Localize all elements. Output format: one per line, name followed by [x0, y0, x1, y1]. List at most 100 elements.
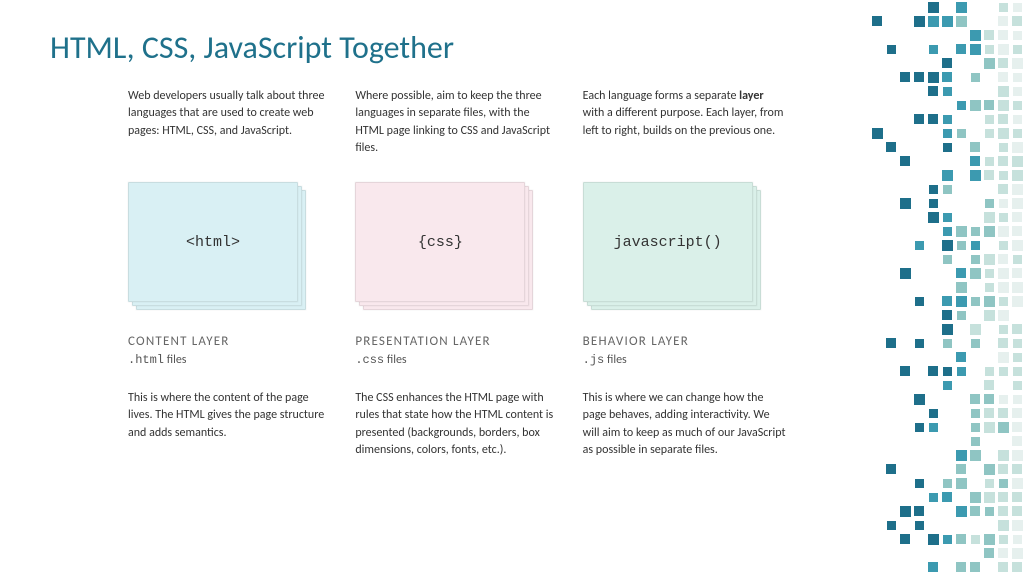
- deco-square: [998, 114, 1008, 124]
- deco-square: [943, 213, 952, 222]
- deco-square: [971, 437, 980, 446]
- deco-square: [928, 366, 938, 376]
- deco-square: [970, 562, 980, 572]
- desc-js: This is where we can change how the page…: [583, 390, 788, 460]
- deco-square: [957, 311, 966, 320]
- deco-square: [998, 520, 1009, 531]
- deco-square: [970, 268, 981, 279]
- deco-square: [999, 297, 1008, 306]
- deco-square: [999, 367, 1008, 376]
- deco-square: [999, 3, 1008, 12]
- deco-square: [886, 338, 896, 348]
- deco-square: [971, 297, 980, 306]
- deco-square: [1013, 367, 1022, 376]
- deco-square: [915, 297, 924, 306]
- intro3-c: with a different purpose. Each layer, fr…: [583, 106, 784, 137]
- deco-square: [943, 87, 952, 96]
- deco-square: [1012, 324, 1022, 334]
- deco-square: [998, 408, 1008, 418]
- deco-square: [956, 282, 967, 293]
- deco-square: [943, 381, 952, 390]
- deco-square: [1013, 87, 1022, 96]
- deco-square: [956, 296, 967, 307]
- deco-square: [1013, 73, 1022, 82]
- intro-row: Web developers usually talk about three …: [128, 88, 788, 158]
- deco-square: [1012, 184, 1023, 195]
- layer-col-js: BEHAVIOR LAYER .js files: [583, 334, 788, 367]
- deco-square: [971, 241, 980, 250]
- deco-square: [943, 339, 952, 348]
- deco-square: [985, 479, 994, 488]
- deco-square: [984, 58, 995, 69]
- deco-square: [1012, 142, 1023, 153]
- deco-square: [942, 310, 952, 320]
- deco-square: [1013, 395, 1022, 404]
- deco-square: [984, 170, 994, 180]
- deco-square: [928, 86, 938, 96]
- deco-square: [1012, 282, 1023, 293]
- deco-square: [998, 254, 1008, 264]
- deco-square: [1012, 562, 1022, 572]
- card-label-js: javascript(): [614, 234, 722, 251]
- deco-square: [900, 156, 910, 166]
- intro-col-2: Where possible, aim to keep the three la…: [355, 88, 560, 158]
- deco-square: [943, 115, 952, 124]
- deco-square: [970, 44, 981, 55]
- deco-square: [998, 226, 1009, 237]
- deco-square: [998, 464, 1008, 474]
- deco-square: [915, 339, 924, 348]
- deco-square: [998, 352, 1009, 363]
- deco-square: [970, 324, 981, 335]
- deco-square: [887, 45, 896, 54]
- deco-square: [1013, 255, 1022, 264]
- deco-square: [998, 268, 1009, 279]
- deco-square: [985, 45, 994, 54]
- deco-square: [1012, 268, 1022, 278]
- deco-square: [999, 241, 1008, 250]
- deco-square: [915, 423, 924, 432]
- card-js: javascript(): [583, 182, 788, 310]
- layer-row: CONTENT LAYER .html files PRESENTATION L…: [128, 334, 788, 367]
- card-label-html: <html>: [186, 234, 240, 251]
- deco-square: [1013, 101, 1022, 110]
- deco-square: [900, 198, 911, 209]
- deco-square: [970, 170, 981, 181]
- deco-square: [984, 380, 994, 390]
- deco-square: [970, 142, 980, 152]
- deco-square: [998, 338, 1008, 348]
- deco-square: [1013, 45, 1022, 54]
- deco-square: [914, 394, 925, 405]
- deco-square: [998, 156, 1008, 166]
- deco-square: [999, 199, 1008, 208]
- deco-square: [984, 422, 995, 433]
- deco-square: [1012, 198, 1023, 209]
- file-ext: .js: [583, 353, 605, 367]
- deco-square: [998, 422, 1009, 433]
- deco-square: [956, 534, 966, 544]
- deco-square: [886, 464, 896, 474]
- deco-square: [942, 324, 953, 335]
- deco-square: [929, 45, 938, 54]
- deco-square: [998, 562, 1008, 572]
- file-ext: .html: [128, 353, 164, 367]
- card-row: <html> {css} javascript(): [128, 182, 788, 310]
- deco-square: [999, 395, 1008, 404]
- deco-square: [998, 506, 1008, 516]
- layer-name-html: CONTENT LAYER: [128, 334, 333, 349]
- deco-square: [887, 521, 896, 530]
- deco-square: [971, 73, 980, 82]
- deco-square: [984, 548, 994, 558]
- deco-square: [1013, 339, 1022, 348]
- deco-square: [942, 170, 953, 181]
- deco-square: [943, 535, 952, 544]
- deco-square: [971, 339, 980, 348]
- deco-square: [928, 72, 939, 83]
- deco-square: [928, 114, 938, 124]
- deco-square: [915, 521, 924, 530]
- deco-square: [957, 101, 966, 110]
- deco-square: [984, 212, 995, 223]
- deco-square: [984, 492, 995, 503]
- deco-square: [956, 464, 966, 474]
- deco-square: [970, 394, 980, 404]
- deco-square: [928, 16, 939, 27]
